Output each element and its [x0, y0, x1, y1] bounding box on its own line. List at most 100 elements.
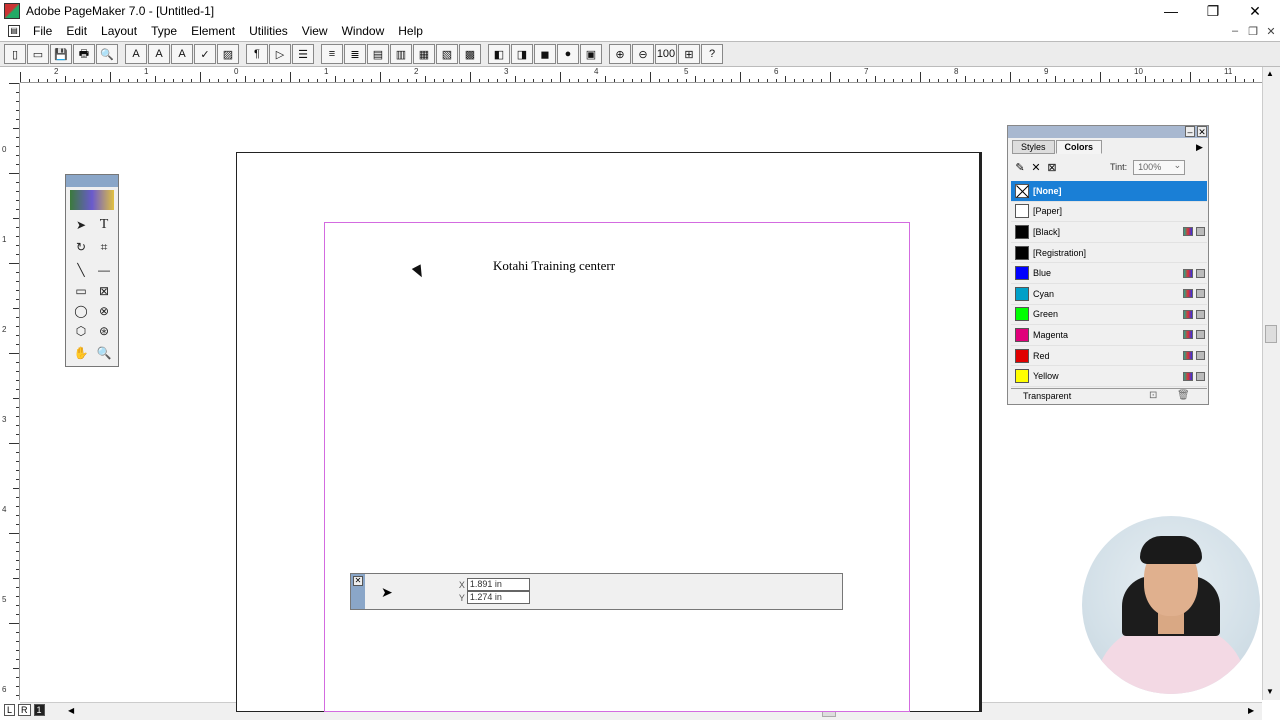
colors-panel-title-bar[interactable]: – ✕ — [1008, 126, 1208, 138]
color-row-none[interactable]: [None] — [1011, 181, 1207, 202]
line-tool-icon[interactable]: ╲ — [70, 260, 92, 280]
vertical-scrollbar[interactable]: ▲ ▼ — [1262, 67, 1280, 700]
panel-menu-icon[interactable]: ▶ — [1196, 142, 1203, 153]
menu-view[interactable]: View — [295, 24, 335, 38]
page-1-icon[interactable]: 1 — [33, 704, 45, 716]
color-row-registration[interactable]: [Registration] — [1011, 243, 1207, 264]
indent-right-button[interactable]: ≣ — [344, 44, 366, 64]
bullets-button[interactable]: ☰ — [292, 44, 314, 64]
panel-close-button[interactable]: ✕ — [1197, 126, 1207, 137]
color-row-magenta[interactable]: Magenta — [1011, 325, 1207, 346]
doc-close-button[interactable]: ✕ — [1262, 22, 1280, 40]
polygon-tool-icon[interactable]: ⬡ — [70, 321, 92, 341]
image-button[interactable]: ◼ — [534, 44, 556, 64]
polygon-frame-tool-icon[interactable]: ⊛ — [93, 321, 115, 341]
menu-window[interactable]: Window — [335, 24, 392, 38]
document-menu-icon[interactable]: ▤ — [8, 25, 20, 37]
pointer-mode-icon[interactable]: ➤ — [381, 584, 393, 601]
open-button[interactable]: ▭ — [27, 44, 49, 64]
right-master-page-icon[interactable]: R — [18, 704, 31, 716]
globe-button[interactable]: ● — [557, 44, 579, 64]
horizontal-ruler[interactable]: 2 1 0 1 2 3 4 5 6 7 8 9 10 11 — [20, 67, 1264, 83]
save-button[interactable]: 💾 — [50, 44, 72, 64]
control-palette-close-icon[interactable]: ✕ — [353, 576, 363, 586]
control-palette-grip[interactable]: ✕ — [351, 574, 365, 609]
paragraph-button[interactable]: ¶ — [246, 44, 268, 64]
color-row-cyan[interactable]: Cyan — [1011, 284, 1207, 305]
place-button[interactable]: ◧ — [488, 44, 510, 64]
zoom-tool-icon[interactable]: 🔍 — [93, 343, 115, 363]
menu-utilities[interactable]: Utilities — [242, 24, 295, 38]
indent-left-button[interactable]: ≡ — [321, 44, 343, 64]
ellipse-tool-icon[interactable]: ◯ — [70, 301, 92, 321]
new-color-icon[interactable]: ⊡ — [1149, 390, 1157, 401]
panel-minimize-button[interactable]: – — [1185, 126, 1195, 137]
menu-type[interactable]: Type — [144, 24, 184, 38]
rectangle-tool-icon[interactable]: ▭ — [70, 281, 92, 301]
text-tool-icon[interactable]: T — [93, 215, 115, 235]
minimize-button[interactable]: — — [1150, 0, 1192, 22]
rectangle-frame-tool-icon[interactable]: ⊠ — [93, 281, 115, 301]
doc-minimize-button[interactable]: – — [1226, 22, 1244, 40]
align-4-button[interactable]: ▧ — [436, 44, 458, 64]
color-row-paper[interactable]: [Paper] — [1011, 202, 1207, 223]
constrained-line-tool-icon[interactable]: — — [93, 260, 115, 280]
align-5-button[interactable]: ▩ — [459, 44, 481, 64]
align-3-button[interactable]: ▦ — [413, 44, 435, 64]
left-master-page-icon[interactable]: L — [4, 704, 16, 716]
zoom-100-button[interactable]: 100 — [655, 44, 677, 64]
align-2-button[interactable]: ▥ — [390, 44, 412, 64]
pdf-button[interactable]: ▣ — [580, 44, 602, 64]
tab-colors[interactable]: Colors — [1055, 140, 1103, 154]
trash-icon[interactable]: 🗑 — [1177, 390, 1190, 401]
doc-restore-button[interactable]: ❐ — [1244, 22, 1262, 40]
zoom-in-button[interactable]: ⊕ — [609, 44, 631, 64]
pointer-tool-icon[interactable]: ➤ — [70, 215, 92, 235]
menu-layout[interactable]: Layout — [94, 24, 144, 38]
font-up-button[interactable]: A — [148, 44, 170, 64]
spell-check-button[interactable]: ✓ — [194, 44, 216, 64]
scroll-right-icon[interactable]: ▶ — [1248, 706, 1254, 715]
help-button[interactable]: ? — [701, 44, 723, 64]
color-row-green[interactable]: Green — [1011, 305, 1207, 326]
zoom-out-button[interactable]: ⊖ — [632, 44, 654, 64]
ruler-tick — [16, 344, 19, 345]
both-icon[interactable]: ⊠ — [1044, 160, 1060, 174]
menu-element[interactable]: Element — [184, 24, 242, 38]
menu-edit[interactable]: Edit — [59, 24, 94, 38]
export-button[interactable]: ◨ — [511, 44, 533, 64]
color-row-blue[interactable]: Blue — [1011, 263, 1207, 284]
scroll-down-icon[interactable]: ▼ — [1266, 687, 1274, 696]
hand-tool-icon[interactable]: ✋ — [70, 343, 92, 363]
ellipse-frame-tool-icon[interactable]: ⊗ — [93, 301, 115, 321]
fill-icon[interactable]: ✕ — [1028, 160, 1044, 174]
toolbox-title-bar[interactable] — [66, 175, 118, 187]
vertical-scroll-thumb[interactable] — [1265, 325, 1277, 343]
text-wrap-button[interactable]: ▷ — [269, 44, 291, 64]
tint-dropdown[interactable]: 100% — [1133, 159, 1186, 175]
x-position-input[interactable]: 1.891 in — [466, 578, 530, 591]
color-row-black[interactable]: [Black] — [1011, 222, 1207, 243]
color-row-red[interactable]: Red — [1011, 346, 1207, 367]
vertical-ruler[interactable]: 0 1 2 3 4 5 6 — [0, 83, 20, 700]
crop-tool-icon[interactable]: ⌗ — [93, 237, 115, 257]
restore-button[interactable]: ❐ — [1192, 0, 1234, 22]
menu-file[interactable]: File — [26, 24, 59, 38]
font-down-button[interactable]: A — [171, 44, 193, 64]
scroll-up-icon[interactable]: ▲ — [1266, 69, 1274, 78]
type-a-button[interactable]: A — [125, 44, 147, 64]
align-1-button[interactable]: ▤ — [367, 44, 389, 64]
tab-styles[interactable]: Styles — [1012, 140, 1055, 154]
stroke-icon[interactable]: ✎ — [1012, 160, 1028, 174]
y-position-input[interactable]: 1.274 in — [466, 591, 530, 604]
grid-button[interactable]: ⊞ — [678, 44, 700, 64]
menu-help[interactable]: Help — [391, 24, 430, 38]
new-button[interactable]: ▯ — [4, 44, 26, 64]
find-button[interactable]: 🔍 — [96, 44, 118, 64]
rotate-tool-icon[interactable]: ↻ — [70, 237, 92, 257]
close-button[interactable]: ✕ — [1234, 0, 1276, 22]
color-row-yellow[interactable]: Yellow — [1011, 366, 1207, 387]
document-text-block[interactable]: Kotahi Training centerr — [493, 258, 615, 274]
print-button[interactable]: 🖶 — [73, 44, 95, 64]
fill-button[interactable]: ▨ — [217, 44, 239, 64]
